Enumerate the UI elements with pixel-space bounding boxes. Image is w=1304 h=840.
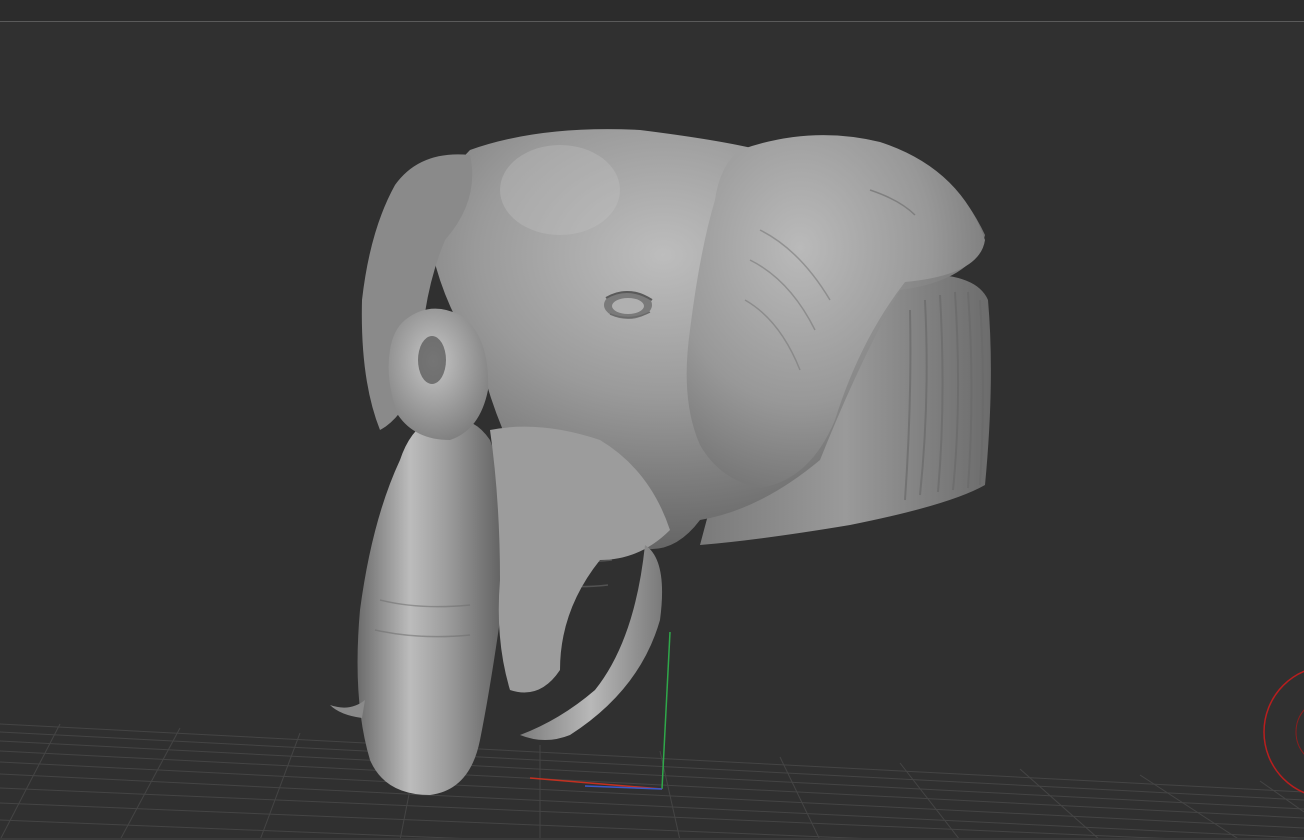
floor-grid xyxy=(0,723,1304,840)
rotation-gizmo-icon[interactable] xyxy=(1263,666,1304,798)
3d-viewport[interactable] xyxy=(0,22,1304,840)
top-toolbar-strip xyxy=(0,0,1304,22)
forehead-highlight xyxy=(500,145,620,235)
elephant-eye xyxy=(604,291,653,319)
viewport-scene[interactable] xyxy=(0,22,1304,840)
axis-y-line xyxy=(661,631,671,790)
sculpt-app-window xyxy=(0,0,1304,840)
trunk-tip xyxy=(388,308,489,440)
